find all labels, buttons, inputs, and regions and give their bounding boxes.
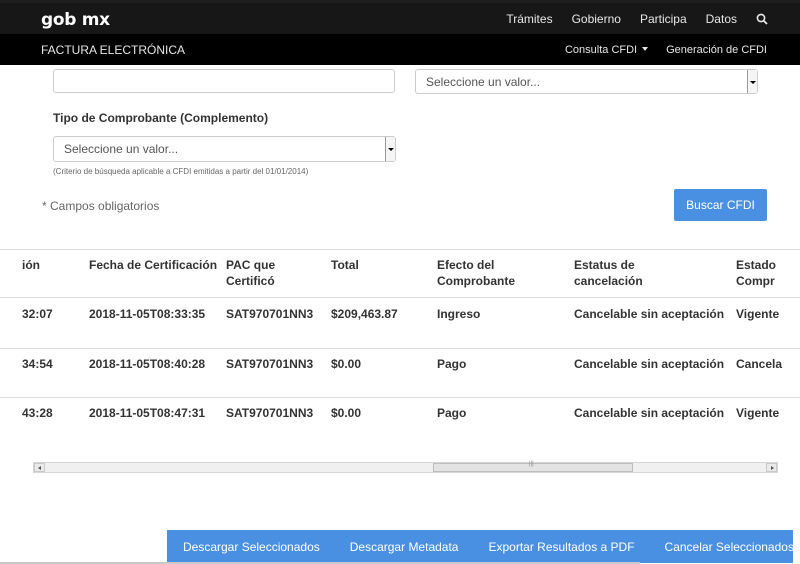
buscar-cfdi-button[interactable]: Buscar CFDI xyxy=(674,189,767,221)
table-border xyxy=(0,249,800,250)
tipo-comprobante-label: Tipo de Comprobante (Complemento) xyxy=(53,111,269,125)
top-nav: Trámites Gobierno Participa Datos xyxy=(506,3,800,34)
cell-time: 34:54 xyxy=(22,357,53,371)
cell-pac: SAT970701NN3 xyxy=(226,307,314,321)
consulta-cfdi-label: Consulta CFDI xyxy=(564,43,638,56)
nav-link-tramites[interactable]: Trámites xyxy=(506,12,552,26)
scroll-right-icon[interactable] xyxy=(766,463,777,472)
column-header-estatus-cancelacion: Estatus de cancelación xyxy=(574,258,643,288)
cell-estado: Vigente xyxy=(736,307,780,321)
cell-efecto: Ingreso xyxy=(437,307,481,321)
nav-link-participa[interactable]: Participa xyxy=(640,12,687,26)
table-divider xyxy=(0,297,800,298)
table-divider xyxy=(0,348,800,349)
cell-total: $0.00 xyxy=(331,357,362,371)
search-icon[interactable] xyxy=(756,13,768,25)
top-navigation-bar: gob mx Trámites Gobierno Participa Datos xyxy=(0,0,800,34)
generacion-cfdi-link[interactable]: Generación de CFDI xyxy=(666,44,767,56)
cell-estatus: Cancelable sin aceptación xyxy=(574,307,725,321)
cell-total: $0.00 xyxy=(331,406,362,420)
cell-efecto: Pago xyxy=(437,357,467,371)
caret-down-icon xyxy=(642,46,649,51)
tipo-select-value: Seleccione un valor... xyxy=(64,142,179,156)
descargar-seleccionados-button[interactable]: Descargar Seleccionados xyxy=(183,540,320,554)
cell-estado: Cancela xyxy=(736,357,783,371)
cell-efecto: Pago xyxy=(437,406,467,420)
select-field-top[interactable]: Seleccione un valor... xyxy=(415,69,758,94)
cancelar-seleccionados-button[interactable]: Cancelar Seleccionados xyxy=(665,540,794,554)
select-top-value: Seleccione un valor... xyxy=(426,75,541,89)
scroll-left-icon[interactable] xyxy=(34,463,45,472)
tipo-comprobante-select[interactable]: Seleccione un valor... xyxy=(53,136,396,162)
exportar-pdf-button[interactable]: Exportar Resultados a PDF xyxy=(488,540,634,554)
app-nav: Consulta CFDI Generación de CFDI xyxy=(565,34,800,65)
cell-pac: SAT970701NN3 xyxy=(226,406,314,420)
cell-total: $209,463.87 xyxy=(331,307,398,321)
column-header-total: Total xyxy=(331,258,359,272)
cell-fecha: 2018-11-05T08:33:35 xyxy=(89,307,206,321)
nav-link-datos[interactable]: Datos xyxy=(706,12,737,26)
cell-time: 43:28 xyxy=(22,406,53,420)
cell-fecha: 2018-11-05T08:40:28 xyxy=(89,357,206,371)
chevron-down-icon[interactable] xyxy=(747,70,757,93)
column-header-fecha-certificacion: Fecha de Certificación xyxy=(89,258,218,272)
cell-estado: Vigente xyxy=(736,406,780,420)
results-table: ión Fecha de Certificación PAC que Certi… xyxy=(0,249,800,449)
cell-fecha: 2018-11-05T08:47:31 xyxy=(89,406,206,420)
cell-estatus: Cancelable sin aceptación xyxy=(574,357,725,371)
chevron-down-icon[interactable] xyxy=(385,137,395,161)
search-criteria-hint: (Criterio de búsqueda aplicable a CFDI e… xyxy=(53,167,309,176)
text-input-field[interactable] xyxy=(53,69,395,93)
consulta-cfdi-menu[interactable]: Consulta CFDI xyxy=(564,43,649,56)
cell-pac: SAT970701NN3 xyxy=(226,357,314,371)
column-header-emision: ión xyxy=(22,258,40,272)
gobmx-logo[interactable]: gob mx xyxy=(41,10,110,30)
nav-link-gobierno[interactable]: Gobierno xyxy=(572,12,621,26)
cell-estatus: Cancelable sin aceptación xyxy=(574,406,725,420)
horizontal-scrollbar[interactable] xyxy=(33,461,778,473)
descargar-metadata-button[interactable]: Descargar Metadata xyxy=(350,540,459,554)
results-action-bar: Descargar Seleccionados Descargar Metada… xyxy=(167,530,794,563)
app-header-bar: FACTURA ELECTRÓNICA Consulta CFDI Genera… xyxy=(0,34,800,65)
table-divider xyxy=(0,397,800,398)
column-header-efecto: Efecto del Comprobante xyxy=(437,258,515,288)
column-header-pac: PAC que Certificó xyxy=(226,258,276,288)
app-title: FACTURA ELECTRÓNICA xyxy=(41,43,186,57)
required-fields-note: * Campos obligatorios xyxy=(42,199,160,213)
scrollbar-thumb[interactable] xyxy=(433,461,633,472)
column-header-estado: Estado Compr xyxy=(736,258,777,288)
cell-time: 32:07 xyxy=(22,307,53,321)
